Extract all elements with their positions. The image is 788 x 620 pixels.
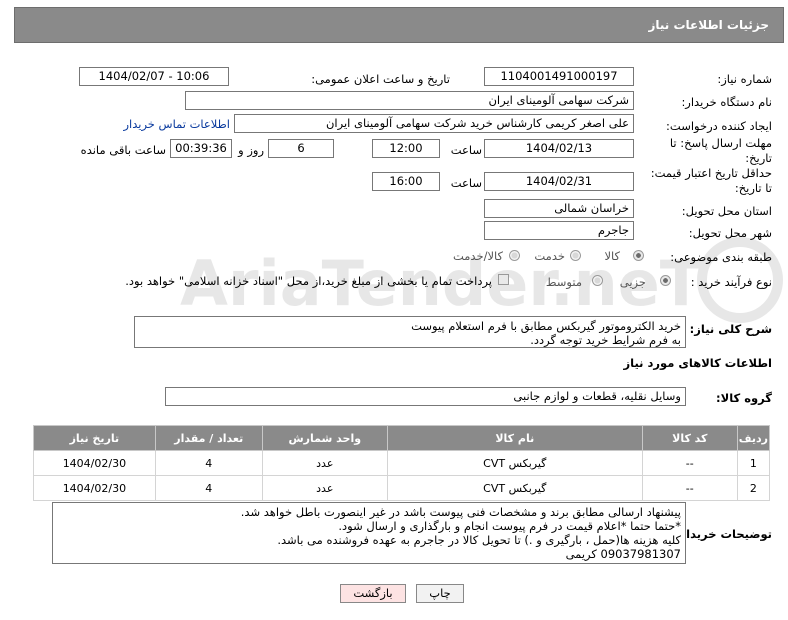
days-remaining-field: 6 — [268, 139, 334, 158]
col-row-header: ردیف — [736, 425, 771, 451]
col-qty-header: تعداد / مقدار — [154, 425, 263, 451]
reply-deadline-label: مهلت ارسال پاسخ: تا تاریخ: — [669, 136, 772, 165]
goods-name: گیربکس CVT — [386, 475, 643, 501]
goods-need-date: 1404/02/30 — [33, 450, 156, 476]
goods-unit: عدد — [261, 450, 388, 476]
goods-group-field: وسایل نقلیه، قطعات و لوازم جانبی — [165, 387, 686, 406]
validity-date-field: 1404/02/31 — [484, 172, 634, 191]
category-goods-service-radio[interactable] — [509, 250, 520, 261]
category-goods-service-label: کالا/خدمت — [452, 249, 503, 263]
buyer-org-label: نام دستگاه خریدار: — [681, 95, 772, 109]
buyer-notes-label: توضیحات خریدار: — [674, 527, 772, 541]
price-validity-label: حداقل تاریخ اعتبار قیمت: تا تاریخ: — [650, 166, 772, 195]
col-date-header: تاریخ نیاز — [33, 425, 156, 451]
process-type-label: نوع فرآیند خرید : — [690, 275, 772, 289]
requester-field: علی اصغر کریمی کارشناس خرید شرکت سهامی آ… — [234, 114, 634, 133]
goods-qty: 4 — [154, 475, 263, 501]
goods-info-title: اطلاعات کالاهای مورد نیاز — [623, 356, 772, 370]
reply-time-label: ساعت — [450, 143, 482, 157]
need-number-field: 1104001491000197 — [484, 67, 634, 86]
row-number: 2 — [736, 475, 771, 501]
col-name-header: نام کالا — [386, 425, 643, 451]
goods-code: -- — [641, 450, 738, 476]
col-unit-header: واحد شمارش — [261, 425, 388, 451]
buyer-org-field: شرکت سهامی آلومینای ایران — [185, 91, 634, 110]
category-service-radio[interactable] — [570, 250, 581, 261]
category-goods-label: کالا — [604, 249, 620, 263]
table-row: 2 -- گیربکس CVT عدد 4 1404/02/30 — [33, 475, 771, 501]
goods-unit: عدد — [261, 475, 388, 501]
remaining-label: ساعت باقی مانده — [80, 143, 166, 157]
print-button[interactable]: چاپ — [416, 584, 464, 603]
city-label: شهر محل تحویل: — [688, 226, 772, 240]
treasury-payment-checkbox[interactable] — [498, 274, 509, 285]
goods-qty: 4 — [154, 450, 263, 476]
buyer-notes-field: پیشنهاد ارسالی مطابق برند و مشخصات فنی پ… — [52, 502, 686, 564]
reply-time-field: 12:00 — [372, 139, 440, 158]
process-medium-radio[interactable] — [592, 275, 603, 286]
back-button[interactable]: بازگشت — [340, 584, 406, 603]
goods-table: ردیف کد کالا نام کالا واحد شمارش تعداد /… — [33, 425, 771, 501]
validity-time-label: ساعت — [450, 176, 482, 190]
process-medium-label: متوسط — [545, 275, 582, 289]
category-goods-radio[interactable] — [633, 250, 644, 261]
announce-datetime-label: تاریخ و ساعت اعلان عمومی: — [311, 72, 450, 86]
page-title: جزئیات اطلاعات نیاز — [648, 18, 769, 32]
general-desc-label: شرح کلی نیاز: — [689, 322, 772, 336]
treasury-payment-note: پرداخت تمام یا بخشی از مبلغ خرید،از محل … — [125, 274, 492, 288]
goods-group-label: گروه کالا: — [716, 391, 772, 405]
table-row: 1 -- گیربکس CVT عدد 4 1404/02/30 — [33, 450, 771, 476]
page-header: جزئیات اطلاعات نیاز — [14, 7, 784, 43]
province-field: خراسان شمالی — [484, 199, 634, 218]
city-field: جاجرم — [484, 221, 634, 240]
row-number: 1 — [736, 450, 771, 476]
goods-code: -- — [641, 475, 738, 501]
remaining-time-field: 00:39:36 — [170, 139, 232, 158]
requester-label: ایجاد کننده درخواست: — [666, 119, 772, 133]
category-service-label: خدمت — [534, 249, 565, 263]
category-label: طبقه بندی موضوعی: — [670, 250, 772, 264]
goods-table-header: ردیف کد کالا نام کالا واحد شمارش تعداد /… — [33, 425, 771, 451]
province-label: استان محل تحویل: — [681, 204, 772, 218]
general-desc-field: خرید الکتروموتور گیربکس مطابق با فرم است… — [134, 316, 686, 348]
col-code-header: کد کالا — [641, 425, 738, 451]
contact-buyer-link[interactable]: اطلاعات تماس خریدار — [123, 117, 230, 131]
process-minor-radio[interactable] — [660, 275, 671, 286]
announce-datetime-field: 1404/02/07 - 10:06 — [79, 67, 229, 86]
validity-time-field: 16:00 — [372, 172, 440, 191]
goods-name: گیربکس CVT — [386, 450, 643, 476]
reply-date-field: 1404/02/13 — [484, 139, 634, 158]
need-number-label: شماره نیاز: — [717, 72, 772, 86]
days-and-label: روز و — [238, 143, 264, 157]
goods-need-date: 1404/02/30 — [33, 475, 156, 501]
process-minor-label: جزیی — [619, 275, 646, 289]
